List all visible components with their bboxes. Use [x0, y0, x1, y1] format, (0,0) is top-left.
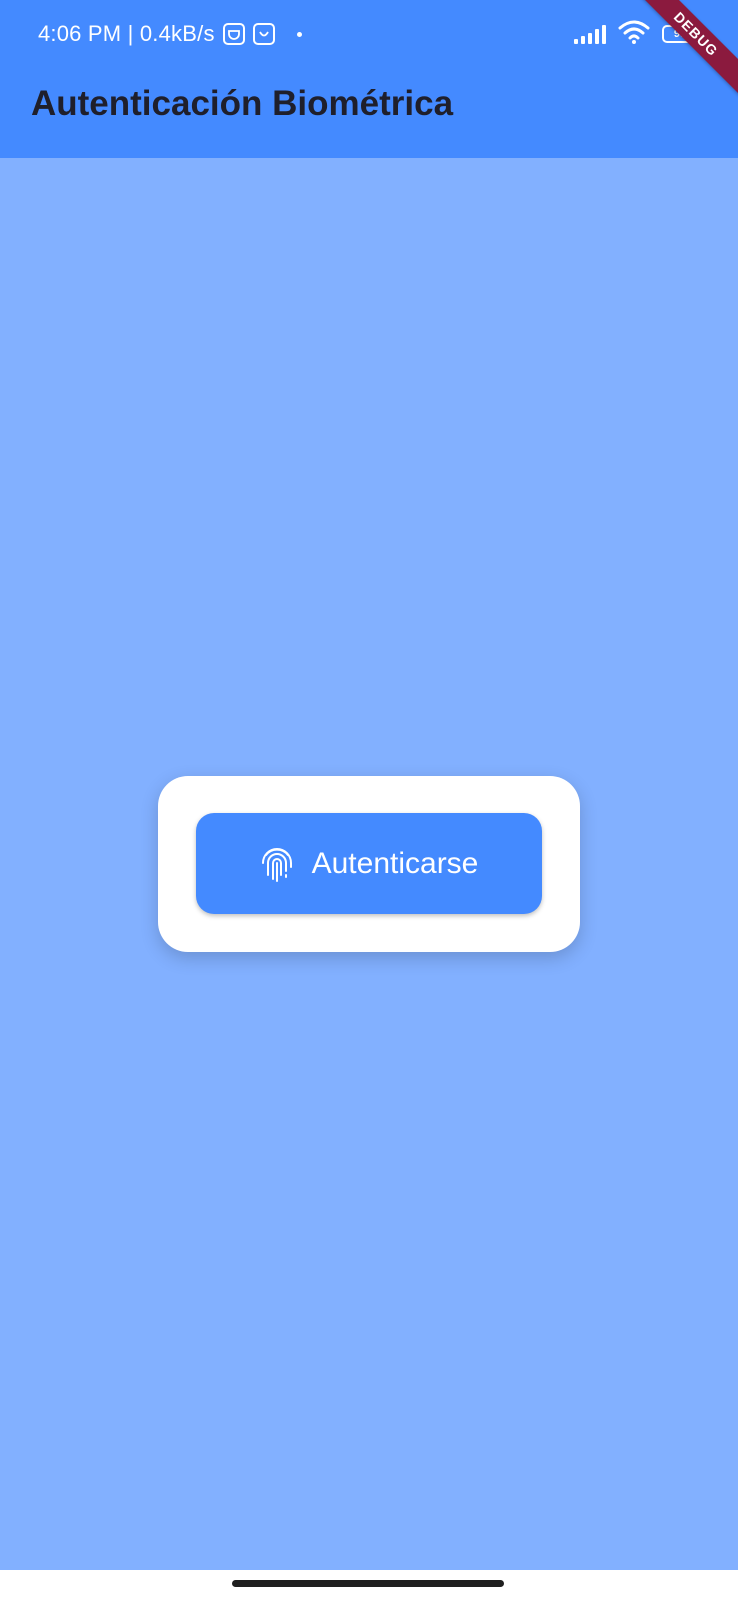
signal-icon — [574, 24, 606, 44]
app-screen: 4:06 PM | 0.4kB/s Autenticación Biométri… — [0, 0, 738, 1600]
status-time-speed: 4:06 PM | 0.4kB/s — [38, 21, 215, 46]
auth-card: Autenticarse — [158, 776, 580, 952]
authenticate-button[interactable]: Autenticarse — [196, 813, 542, 914]
notification-dot-icon — [296, 31, 302, 37]
status-left: 4:06 PM | 0.4kB/s — [38, 20, 302, 48]
app-bar: Autenticación Biométrica — [0, 66, 738, 158]
status-bar: 4:06 PM | 0.4kB/s — [0, 0, 738, 66]
bottom-gesture-bar — [0, 1570, 738, 1600]
authenticate-button-label: Autenticarse — [311, 846, 479, 880]
smile-app-icon — [252, 23, 275, 45]
page-title: Autenticación Biométrica — [31, 84, 454, 123]
fingerprint-icon — [260, 845, 294, 883]
pipi-app-icon — [222, 23, 245, 45]
wifi-icon — [618, 20, 650, 49]
home-indicator[interactable] — [232, 1580, 504, 1587]
